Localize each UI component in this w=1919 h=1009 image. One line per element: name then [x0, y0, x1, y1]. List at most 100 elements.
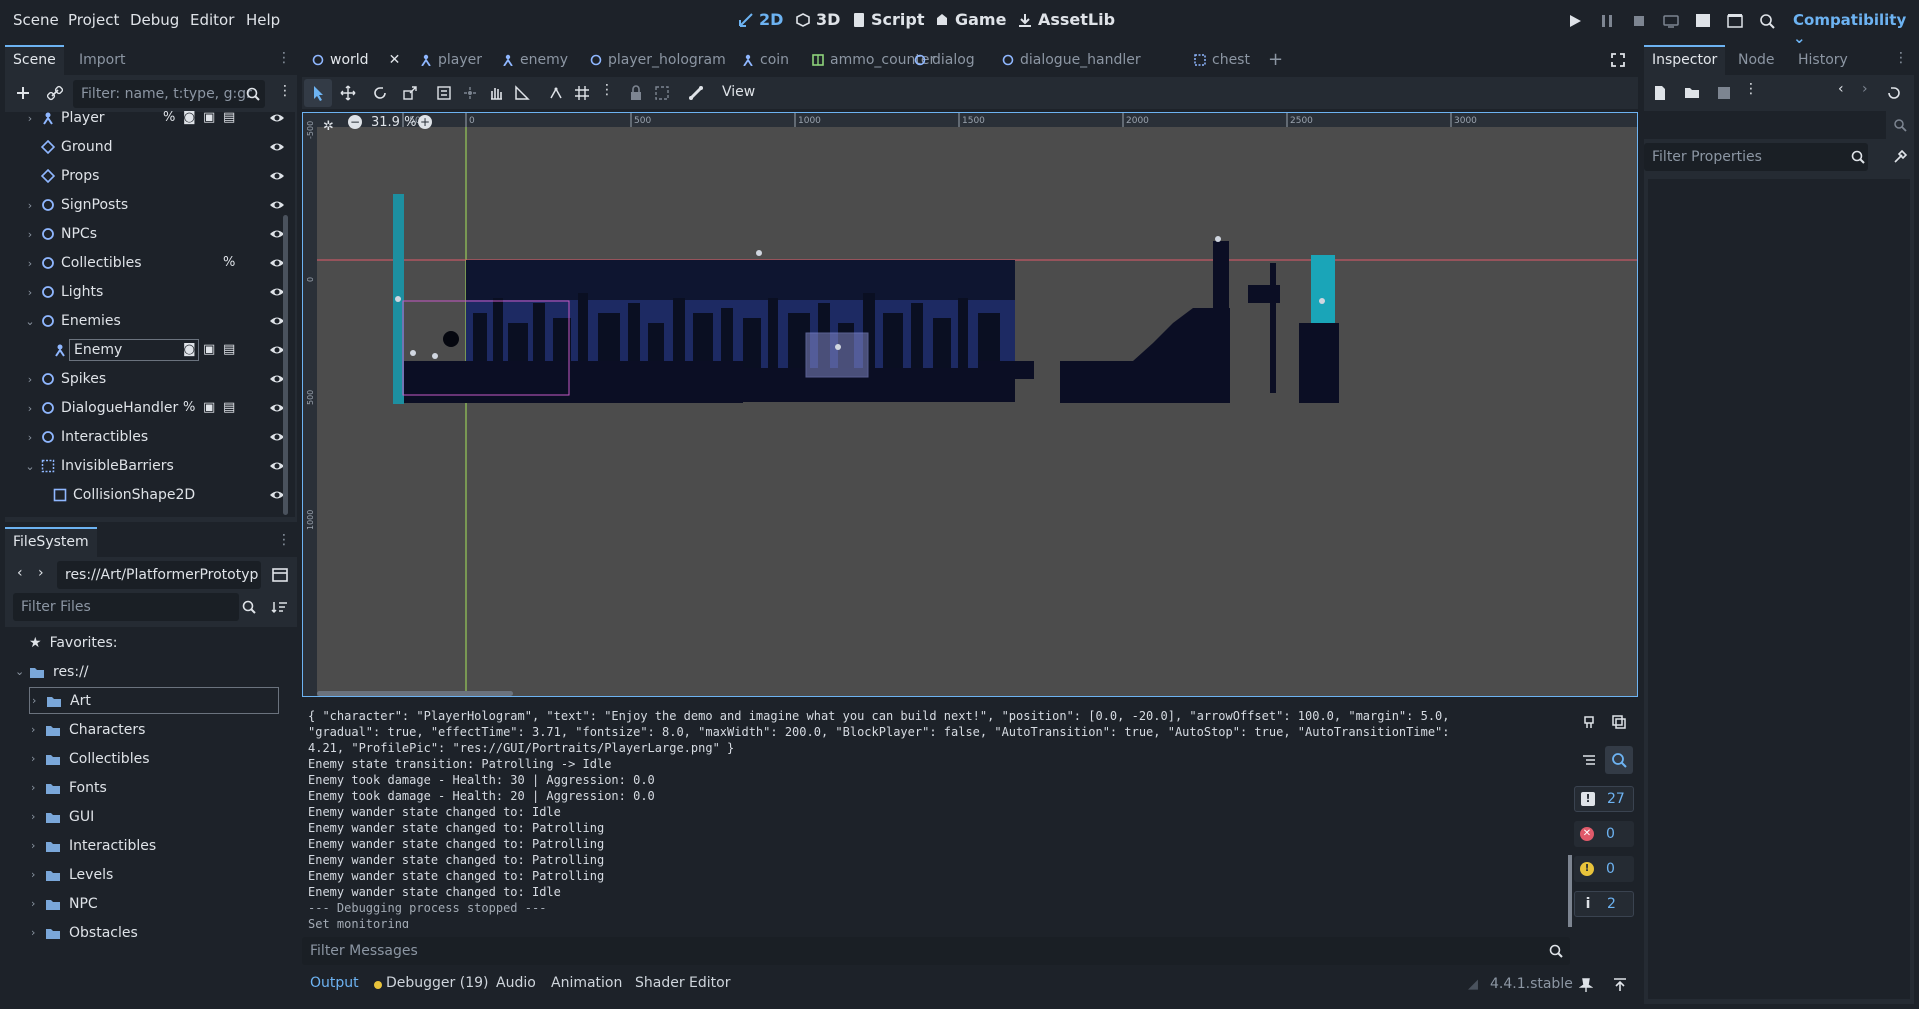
scene-node-enemy[interactable]: Enemy ◙ ▣ ▤: [5, 336, 290, 364]
chevron-right-icon[interactable]: ›: [23, 228, 37, 241]
tab-filesystem[interactable]: FileSystem: [5, 527, 97, 557]
bone-icon[interactable]: [688, 85, 704, 101]
back-icon[interactable]: ‹: [17, 565, 23, 581]
chevron-right-icon[interactable]: ›: [23, 112, 37, 125]
scene-tab-coin[interactable]: coin: [742, 45, 789, 75]
script-icon[interactable]: ▤: [223, 400, 235, 415]
menu-help[interactable]: Help: [246, 11, 280, 29]
script-icon[interactable]: ▤: [223, 110, 235, 125]
select-mode-button[interactable]: [304, 79, 332, 107]
visibility-eye-icon[interactable]: [269, 197, 285, 213]
scene-instance-icon[interactable]: ▣: [203, 400, 215, 415]
zoom-level[interactable]: 31.9 %: [371, 115, 416, 130]
scene-tree-scrollbar[interactable]: [283, 215, 288, 515]
scene-node-signposts[interactable]: › SignPosts: [5, 191, 290, 219]
tab-scene[interactable]: Scene: [5, 45, 64, 75]
scene-tab-chest[interactable]: chest: [1194, 45, 1250, 75]
info-count-badge[interactable]: i 2: [1574, 891, 1634, 917]
scene-node-enemies[interactable]: ⌄ Enemies: [5, 307, 290, 335]
chevron-down-icon[interactable]: ⌄: [23, 460, 37, 473]
split-view-icon[interactable]: [271, 566, 289, 584]
snap-options-icon[interactable]: ⋮: [600, 82, 614, 98]
scene-options-icon[interactable]: ⋮: [278, 83, 292, 99]
forward-icon[interactable]: ›: [1862, 81, 1868, 97]
chevron-right-icon[interactable]: ›: [23, 199, 37, 212]
scale-icon[interactable]: [402, 85, 418, 101]
pan-icon[interactable]: [488, 85, 504, 101]
filter-properties-input[interactable]: Filter Properties: [1644, 143, 1868, 171]
dock-menu-icon[interactable]: ⋮: [1894, 50, 1908, 66]
remote-debug-icon[interactable]: [1662, 12, 1680, 30]
object-picker-icon[interactable]: [1892, 117, 1908, 133]
scene-node-ground[interactable]: Ground: [5, 133, 290, 161]
tab-node[interactable]: Node: [1730, 45, 1783, 75]
tools-icon[interactable]: [1892, 149, 1908, 165]
folder-gui[interactable]: › GUI: [29, 802, 319, 831]
zoom-out-button[interactable]: −: [348, 115, 362, 129]
scene-tab-player[interactable]: player: [420, 45, 482, 75]
chevron-down-icon[interactable]: ⌄: [23, 315, 37, 328]
grid-snap-icon[interactable]: [574, 85, 590, 101]
renderer-selector[interactable]: Compatibility ⌄: [1793, 11, 1919, 47]
chevron-right-icon[interactable]: ›: [31, 781, 45, 794]
pin-icon[interactable]: [1579, 977, 1593, 993]
bottom-tab-animation[interactable]: Animation: [551, 975, 622, 991]
favorites-row[interactable]: ★ Favorites:: [29, 628, 319, 657]
output-scrollbar[interactable]: [1568, 855, 1572, 927]
visibility-eye-icon[interactable]: [269, 139, 285, 155]
scene-instance-icon[interactable]: ▣: [203, 110, 215, 125]
tab-import[interactable]: Import: [71, 45, 133, 75]
scene-node-collectibles[interactable]: › Collectibles%: [5, 249, 290, 277]
menu-scene[interactable]: Scene: [13, 11, 59, 29]
bottom-tab-debugger[interactable]: Debugger (19): [386, 975, 488, 991]
chevron-right-icon[interactable]: ›: [23, 373, 37, 386]
dock-menu-icon[interactable]: ⋮: [277, 50, 291, 66]
folder-levels[interactable]: › Levels: [29, 860, 319, 889]
chevron-right-icon[interactable]: ›: [31, 752, 45, 765]
object-selector[interactable]: [1644, 111, 1886, 139]
unique-name-icon[interactable]: %: [223, 255, 235, 270]
tab-history[interactable]: History: [1790, 45, 1856, 75]
scene-node-player[interactable]: › Player% ◙ ▣ ▤: [5, 104, 290, 132]
scene-node-invisiblebarriers[interactable]: ⌄ InvisibleBarriers: [5, 452, 290, 480]
scene-tab-dialog[interactable]: dialog: [914, 45, 975, 75]
open-folder-icon[interactable]: [1684, 85, 1700, 101]
menu-debug[interactable]: Debug: [130, 11, 179, 29]
path-field[interactable]: res://Art/PlatformerPrototyp: [57, 561, 261, 589]
stop-icon[interactable]: [1630, 12, 1648, 30]
chevron-right-icon[interactable]: ›: [31, 810, 45, 823]
error-count-badge[interactable]: ✕ 0: [1574, 821, 1634, 847]
new-resource-icon[interactable]: [1652, 85, 1668, 101]
scene-instance-icon[interactable]: ▣: [203, 342, 215, 357]
view-menu[interactable]: View: [722, 84, 755, 100]
scene-tab-player-hologram[interactable]: player_hologram: [590, 45, 726, 75]
scene-node-props[interactable]: Props: [5, 162, 290, 190]
folder-collectibles[interactable]: › Collectibles: [29, 744, 319, 773]
visibility-eye-icon[interactable]: [269, 110, 285, 126]
bottom-tab-audio[interactable]: Audio: [496, 975, 536, 991]
filter-messages-input[interactable]: Filter Messages: [302, 937, 1570, 965]
forward-icon[interactable]: ›: [38, 565, 44, 581]
center-view-icon[interactable]: ✲: [323, 119, 334, 134]
add-tab-icon[interactable]: +: [1268, 49, 1283, 70]
unique-name-icon[interactable]: %: [163, 110, 175, 125]
chevron-right-icon[interactable]: ›: [31, 868, 45, 881]
history-icon[interactable]: [1886, 85, 1902, 101]
folder-obstacles[interactable]: › Obstacles: [29, 918, 319, 947]
lock-icon[interactable]: [628, 85, 644, 101]
toggle-search-button[interactable]: [1605, 746, 1633, 774]
chevron-right-icon[interactable]: ›: [31, 926, 45, 939]
play-icon[interactable]: [1566, 12, 1584, 30]
folder-characters[interactable]: › Characters: [29, 715, 319, 744]
play-custom-scene-icon[interactable]: [1726, 12, 1744, 30]
smart-snap-icon[interactable]: [548, 85, 564, 101]
scene-tab-world[interactable]: world ✕: [312, 45, 400, 75]
workspace-3d[interactable]: 3D: [795, 10, 840, 29]
move-icon[interactable]: [340, 85, 356, 101]
scene-node-npcs[interactable]: › NPCs: [5, 220, 290, 248]
scene-node-lights[interactable]: › Lights: [5, 278, 290, 306]
fullscreen-icon[interactable]: [1610, 52, 1626, 68]
chevron-right-icon[interactable]: ›: [31, 723, 45, 736]
rotate-icon[interactable]: [372, 85, 388, 101]
pause-icon[interactable]: [1598, 12, 1616, 30]
